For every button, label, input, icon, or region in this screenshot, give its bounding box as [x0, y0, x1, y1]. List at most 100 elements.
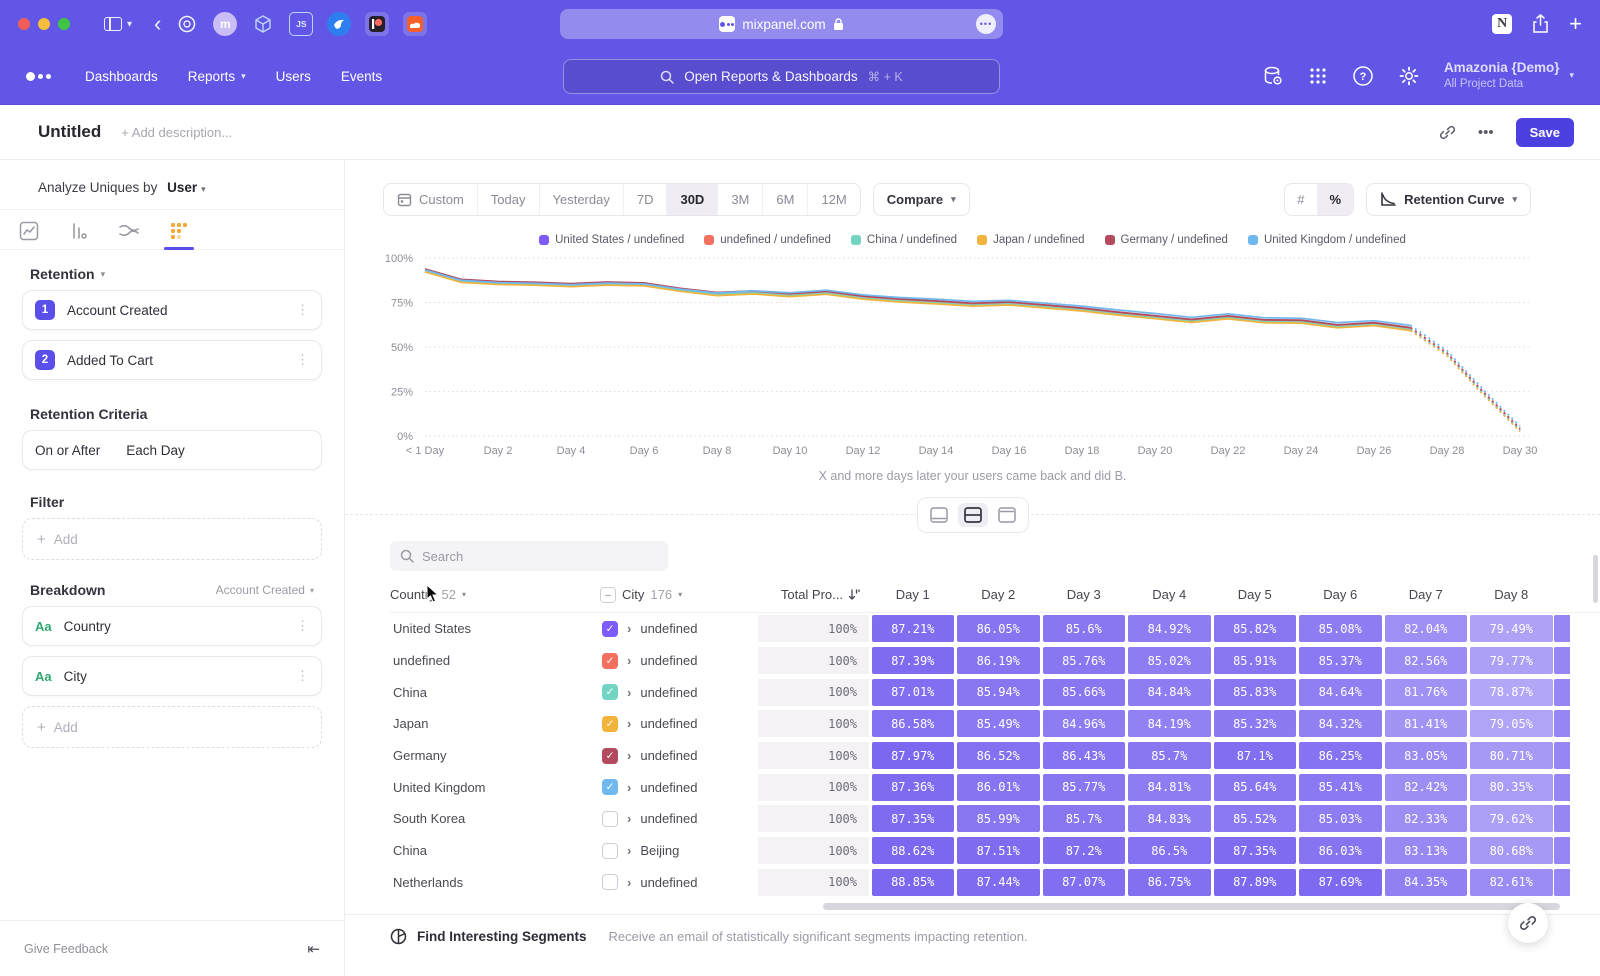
day-column-header[interactable]: Day 4: [1127, 587, 1213, 602]
add-description-button[interactable]: + Add description...: [121, 125, 232, 140]
global-search-button[interactable]: Open Reports & Dashboards ⌘ + K: [563, 59, 1000, 94]
day-column-header[interactable]: Day 2: [956, 587, 1042, 602]
breakdown-options-kebab-icon[interactable]: ⋮: [296, 668, 309, 684]
extension-cube-icon[interactable]: [251, 12, 275, 36]
range-yesterday[interactable]: Yesterday: [540, 184, 624, 215]
close-window-button[interactable]: [18, 18, 30, 30]
day-column-header[interactable]: Day 5: [1212, 587, 1298, 602]
minimize-window-button[interactable]: [38, 18, 50, 30]
report-title[interactable]: Untitled: [38, 122, 101, 142]
expand-row-icon[interactable]: ›: [627, 748, 631, 763]
expand-row-icon[interactable]: ›: [627, 653, 631, 668]
expand-row-icon[interactable]: ›: [627, 716, 631, 731]
new-tab-button[interactable]: +: [1569, 11, 1582, 37]
browser-back-button[interactable]: ‹: [154, 13, 161, 35]
breakdown-scope-dropdown[interactable]: Account Created▾: [216, 583, 314, 597]
criteria-mode-dropdown[interactable]: On or After: [35, 443, 100, 458]
legend-item[interactable]: undefined / undefined: [704, 234, 831, 246]
day-column-header[interactable]: Day 7: [1383, 587, 1469, 602]
series-checkbox[interactable]: ✓: [602, 716, 618, 732]
give-feedback-link[interactable]: Give Feedback: [24, 942, 108, 956]
expand-row-icon[interactable]: ›: [627, 685, 631, 700]
retention-chart[interactable]: 0%25%50%75%100%< 1 DayDay 2Day 4Day 6Day…: [345, 248, 1600, 460]
day-column-header[interactable]: Day 3: [1041, 587, 1127, 602]
copy-link-icon[interactable]: [1439, 124, 1456, 141]
data-management-icon[interactable]: [1262, 65, 1284, 87]
day-column-header[interactable]: Day 6: [1298, 587, 1384, 602]
browser-sidebar-toggle[interactable]: ▾: [104, 17, 132, 31]
series-checkbox[interactable]: [602, 874, 618, 890]
retention-step-1[interactable]: 1 Account Created ⋮: [22, 290, 322, 330]
project-switcher[interactable]: Amazonia {Demo}All Project Data ▾: [1444, 60, 1574, 91]
breakdown-options-kebab-icon[interactable]: ⋮: [296, 618, 309, 634]
step-options-kebab-icon[interactable]: ⋮: [296, 352, 309, 368]
series-checkbox[interactable]: ✓: [602, 779, 618, 795]
expand-row-icon[interactable]: ›: [627, 811, 631, 826]
series-checkbox[interactable]: [602, 843, 618, 859]
series-checkbox[interactable]: ✓: [602, 621, 618, 637]
view-toggle-table-focus[interactable]: [992, 503, 1022, 527]
address-bar-more-button[interactable]: •••: [976, 14, 996, 34]
step-options-kebab-icon[interactable]: ⋮: [296, 302, 309, 318]
day-column-header[interactable]: Day 8: [1469, 587, 1555, 602]
tab-funnels[interactable]: [66, 221, 92, 249]
range-30d[interactable]: 30D: [667, 184, 718, 215]
legend-item[interactable]: Germany / undefined: [1105, 234, 1228, 246]
city-column-header[interactable]: – City176▾: [588, 587, 758, 603]
pinned-tab-patreon-icon[interactable]: [365, 12, 389, 36]
retention-step-2[interactable]: 2 Added To Cart ⋮: [22, 340, 322, 380]
absolute-mode-button[interactable]: #: [1285, 184, 1317, 215]
view-toggle-chart-focus[interactable]: [924, 503, 954, 527]
breakdown-country[interactable]: Aa Country ⋮: [22, 606, 322, 646]
extension-ring-icon[interactable]: [175, 12, 199, 36]
breakdown-city[interactable]: Aa City ⋮: [22, 656, 322, 696]
add-breakdown-button[interactable]: +Add: [22, 706, 322, 748]
share-link-fab[interactable]: [1508, 903, 1548, 943]
share-icon[interactable]: [1532, 14, 1549, 34]
range-6m[interactable]: 6M: [763, 184, 808, 215]
series-checkbox[interactable]: ✓: [602, 653, 618, 669]
expand-row-icon[interactable]: ›: [627, 875, 631, 890]
criteria-interval-dropdown[interactable]: Each Day: [126, 443, 185, 458]
country-column-header[interactable]: Country52▾: [390, 587, 588, 602]
expand-row-icon[interactable]: ›: [627, 621, 631, 636]
add-filter-button[interactable]: +Add: [22, 518, 322, 560]
mixpanel-logo[interactable]: [26, 72, 51, 81]
nav-dashboards[interactable]: Dashboards: [85, 69, 158, 84]
compare-button[interactable]: Compare▾: [873, 183, 970, 216]
tab-flows[interactable]: [116, 221, 142, 249]
help-icon[interactable]: ?: [1352, 65, 1374, 87]
horizontal-scrollbar[interactable]: [823, 903, 1560, 910]
total-column-header[interactable]: Total Pro...: [758, 587, 870, 602]
legend-item[interactable]: China / undefined: [851, 234, 957, 246]
view-toggle-split[interactable]: [958, 503, 988, 527]
legend-item[interactable]: Japan / undefined: [977, 234, 1084, 246]
browser-address-bar[interactable]: mixpanel.com •••: [560, 9, 1003, 39]
series-checkbox[interactable]: ✓: [602, 748, 618, 764]
expand-row-icon[interactable]: ›: [627, 843, 631, 858]
tab-insights[interactable]: [16, 221, 42, 249]
retention-section-heading[interactable]: Retention▾: [30, 266, 314, 282]
range-today[interactable]: Today: [478, 184, 540, 215]
chart-type-dropdown[interactable]: Retention Curve▾: [1366, 183, 1531, 216]
percentage-mode-button[interactable]: %: [1318, 184, 1354, 215]
notion-extension-icon[interactable]: N: [1492, 14, 1512, 34]
legend-item[interactable]: United States / undefined: [539, 234, 684, 246]
apps-grid-icon[interactable]: [1308, 66, 1328, 86]
range-7d[interactable]: 7D: [624, 184, 668, 215]
day-column-header[interactable]: Day 1: [870, 587, 956, 602]
pinned-tab-soundcloud-icon[interactable]: [403, 12, 427, 36]
vertical-scrollbar[interactable]: [1593, 555, 1598, 603]
tab-retention[interactable]: [166, 221, 192, 249]
settings-gear-icon[interactable]: [1398, 65, 1420, 87]
analyze-value-dropdown[interactable]: User: [167, 180, 197, 195]
range-custom[interactable]: Custom: [384, 184, 478, 215]
save-button[interactable]: Save: [1516, 118, 1574, 147]
extension-bird-icon[interactable]: [327, 12, 351, 36]
select-all-checkbox[interactable]: –: [600, 587, 616, 603]
nav-users[interactable]: Users: [276, 69, 311, 84]
series-checkbox[interactable]: [602, 811, 618, 827]
find-segments-button[interactable]: Find Interesting Segments: [390, 928, 587, 945]
extension-avatar-icon[interactable]: m: [213, 12, 237, 36]
more-options-button[interactable]: •••: [1478, 124, 1494, 141]
